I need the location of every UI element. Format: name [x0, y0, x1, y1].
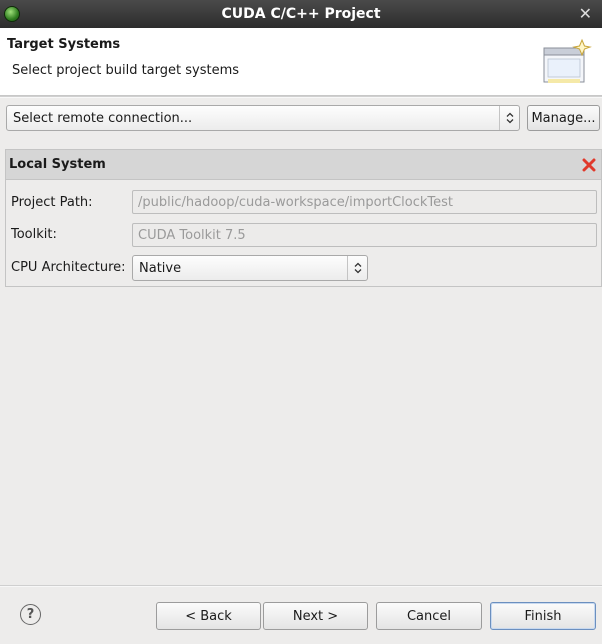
cancel-button[interactable]: Cancel	[376, 602, 482, 630]
project-path-label: Project Path:	[11, 195, 93, 210]
remote-connection-select[interactable]: Select remote connection...	[6, 105, 520, 131]
cpu-architecture-value: Native	[139, 260, 182, 276]
wizard-banner-icon	[543, 38, 592, 83]
remove-icon[interactable]	[582, 158, 596, 172]
page-title: Target Systems	[7, 37, 121, 52]
project-path-field: /public/hadoop/cuda-workspace/importCloc…	[132, 190, 597, 214]
back-button[interactable]: < Back	[156, 602, 261, 630]
wizard-header: Target Systems Select project build targ…	[0, 28, 602, 96]
window-title: CUDA C/C++ Project	[221, 6, 381, 22]
local-system-header: Local System	[6, 150, 601, 180]
help-icon[interactable]: ?	[20, 604, 41, 625]
project-path-value: /public/hadoop/cuda-workspace/importCloc…	[138, 194, 453, 210]
local-system-title: Local System	[9, 157, 106, 172]
window-titlebar: CUDA C/C++ Project ✕	[0, 0, 602, 28]
cpu-architecture-select[interactable]: Native	[132, 255, 368, 281]
page-subtitle: Select project build target systems	[12, 63, 240, 78]
manage-button[interactable]: Manage...	[527, 105, 600, 131]
toolkit-label: Toolkit:	[11, 227, 57, 242]
toolkit-value: CUDA Toolkit 7.5	[138, 227, 246, 243]
finish-button[interactable]: Finish	[490, 602, 596, 630]
chevron-updown-icon	[347, 256, 367, 280]
remote-connection-value: Select remote connection...	[13, 110, 193, 126]
app-globe-icon	[4, 6, 20, 22]
cpu-architecture-label: CPU Architecture:	[11, 260, 126, 275]
footer-divider	[0, 585, 602, 587]
chevron-updown-icon	[499, 106, 519, 130]
local-system-panel: Local System Project Path: /public/hadoo…	[5, 149, 602, 287]
close-icon[interactable]: ✕	[579, 4, 592, 23]
toolkit-field: CUDA Toolkit 7.5	[132, 223, 597, 247]
next-button[interactable]: Next >	[263, 602, 368, 630]
header-divider	[0, 96, 602, 98]
